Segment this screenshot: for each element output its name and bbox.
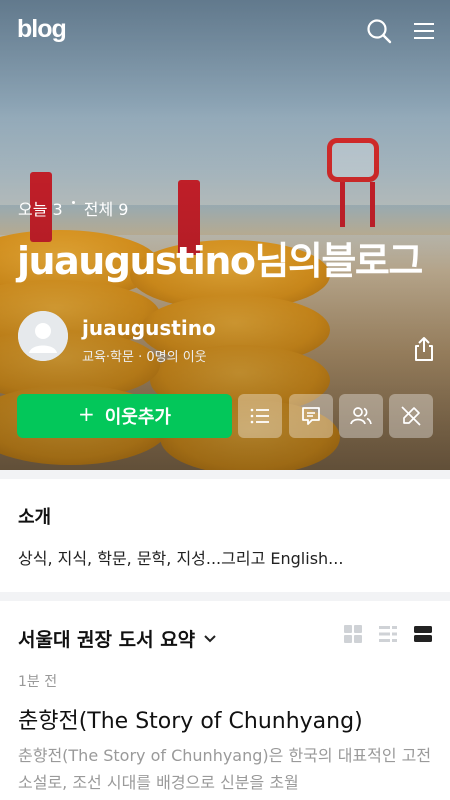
list-view-icon[interactable] (378, 624, 398, 644)
chevron-down-icon (204, 634, 216, 642)
blog-cover: blog 오늘 3 전체 9 juaugustino님의블로그 juaugust… (0, 0, 450, 470)
visitor-stats: 오늘 3 전체 9 (18, 196, 128, 220)
comment-icon (302, 407, 320, 425)
add-neighbor-label: 이웃추가 (104, 407, 171, 428)
section-divider (0, 470, 450, 479)
today-count: 오늘 3 (18, 200, 63, 219)
no-edit-icon (401, 406, 421, 426)
section-divider (0, 592, 450, 601)
grid-view-icon[interactable] (343, 624, 363, 644)
share-button[interactable] (412, 336, 436, 366)
avatar[interactable] (18, 311, 68, 361)
card-view-icon[interactable] (413, 624, 433, 644)
post-title[interactable]: 춘향전(The Story of Chunhyang) (18, 703, 363, 735)
category-title: 서울대 권장 도서 요약 (18, 629, 196, 651)
separator-dot (71, 200, 75, 204)
intro-title: 소개 (18, 507, 52, 528)
share-icon (415, 337, 433, 361)
total-count: 전체 9 (83, 200, 129, 219)
neighbors-button[interactable] (339, 394, 383, 438)
intro-text: 상식, 지식, 학문, 문학, 지성...그리고 English... (18, 549, 344, 568)
owner-name[interactable]: juaugustino (82, 316, 216, 340)
list-icon (250, 408, 269, 424)
category-selector[interactable]: 서울대 권장 도서 요약 (18, 625, 217, 652)
guestbook-button[interactable] (289, 394, 333, 438)
blog-title: juaugustino님의블로그 (17, 239, 423, 283)
write-disabled-button[interactable] (389, 394, 433, 438)
menu-button[interactable] (408, 15, 440, 47)
search-button[interactable] (363, 15, 395, 47)
post-snippet[interactable]: 춘향전(The Story of Chunhyang)은 한국의 대표적인 고전… (18, 742, 438, 796)
post-list-button[interactable] (238, 394, 282, 438)
post-time: 1분 전 (18, 674, 58, 690)
blog-logo[interactable]: blog (17, 15, 67, 44)
add-neighbor-button[interactable]: + 이웃추가 (17, 394, 232, 438)
owner-meta: 교육·학문 · 0명의 이웃 (82, 350, 207, 365)
plus-icon: + (77, 402, 95, 426)
top-bar: blog (0, 0, 450, 64)
search-icon (367, 19, 392, 44)
people-icon (350, 407, 372, 425)
default-profile-icon (18, 311, 68, 361)
menu-icon (414, 23, 434, 39)
